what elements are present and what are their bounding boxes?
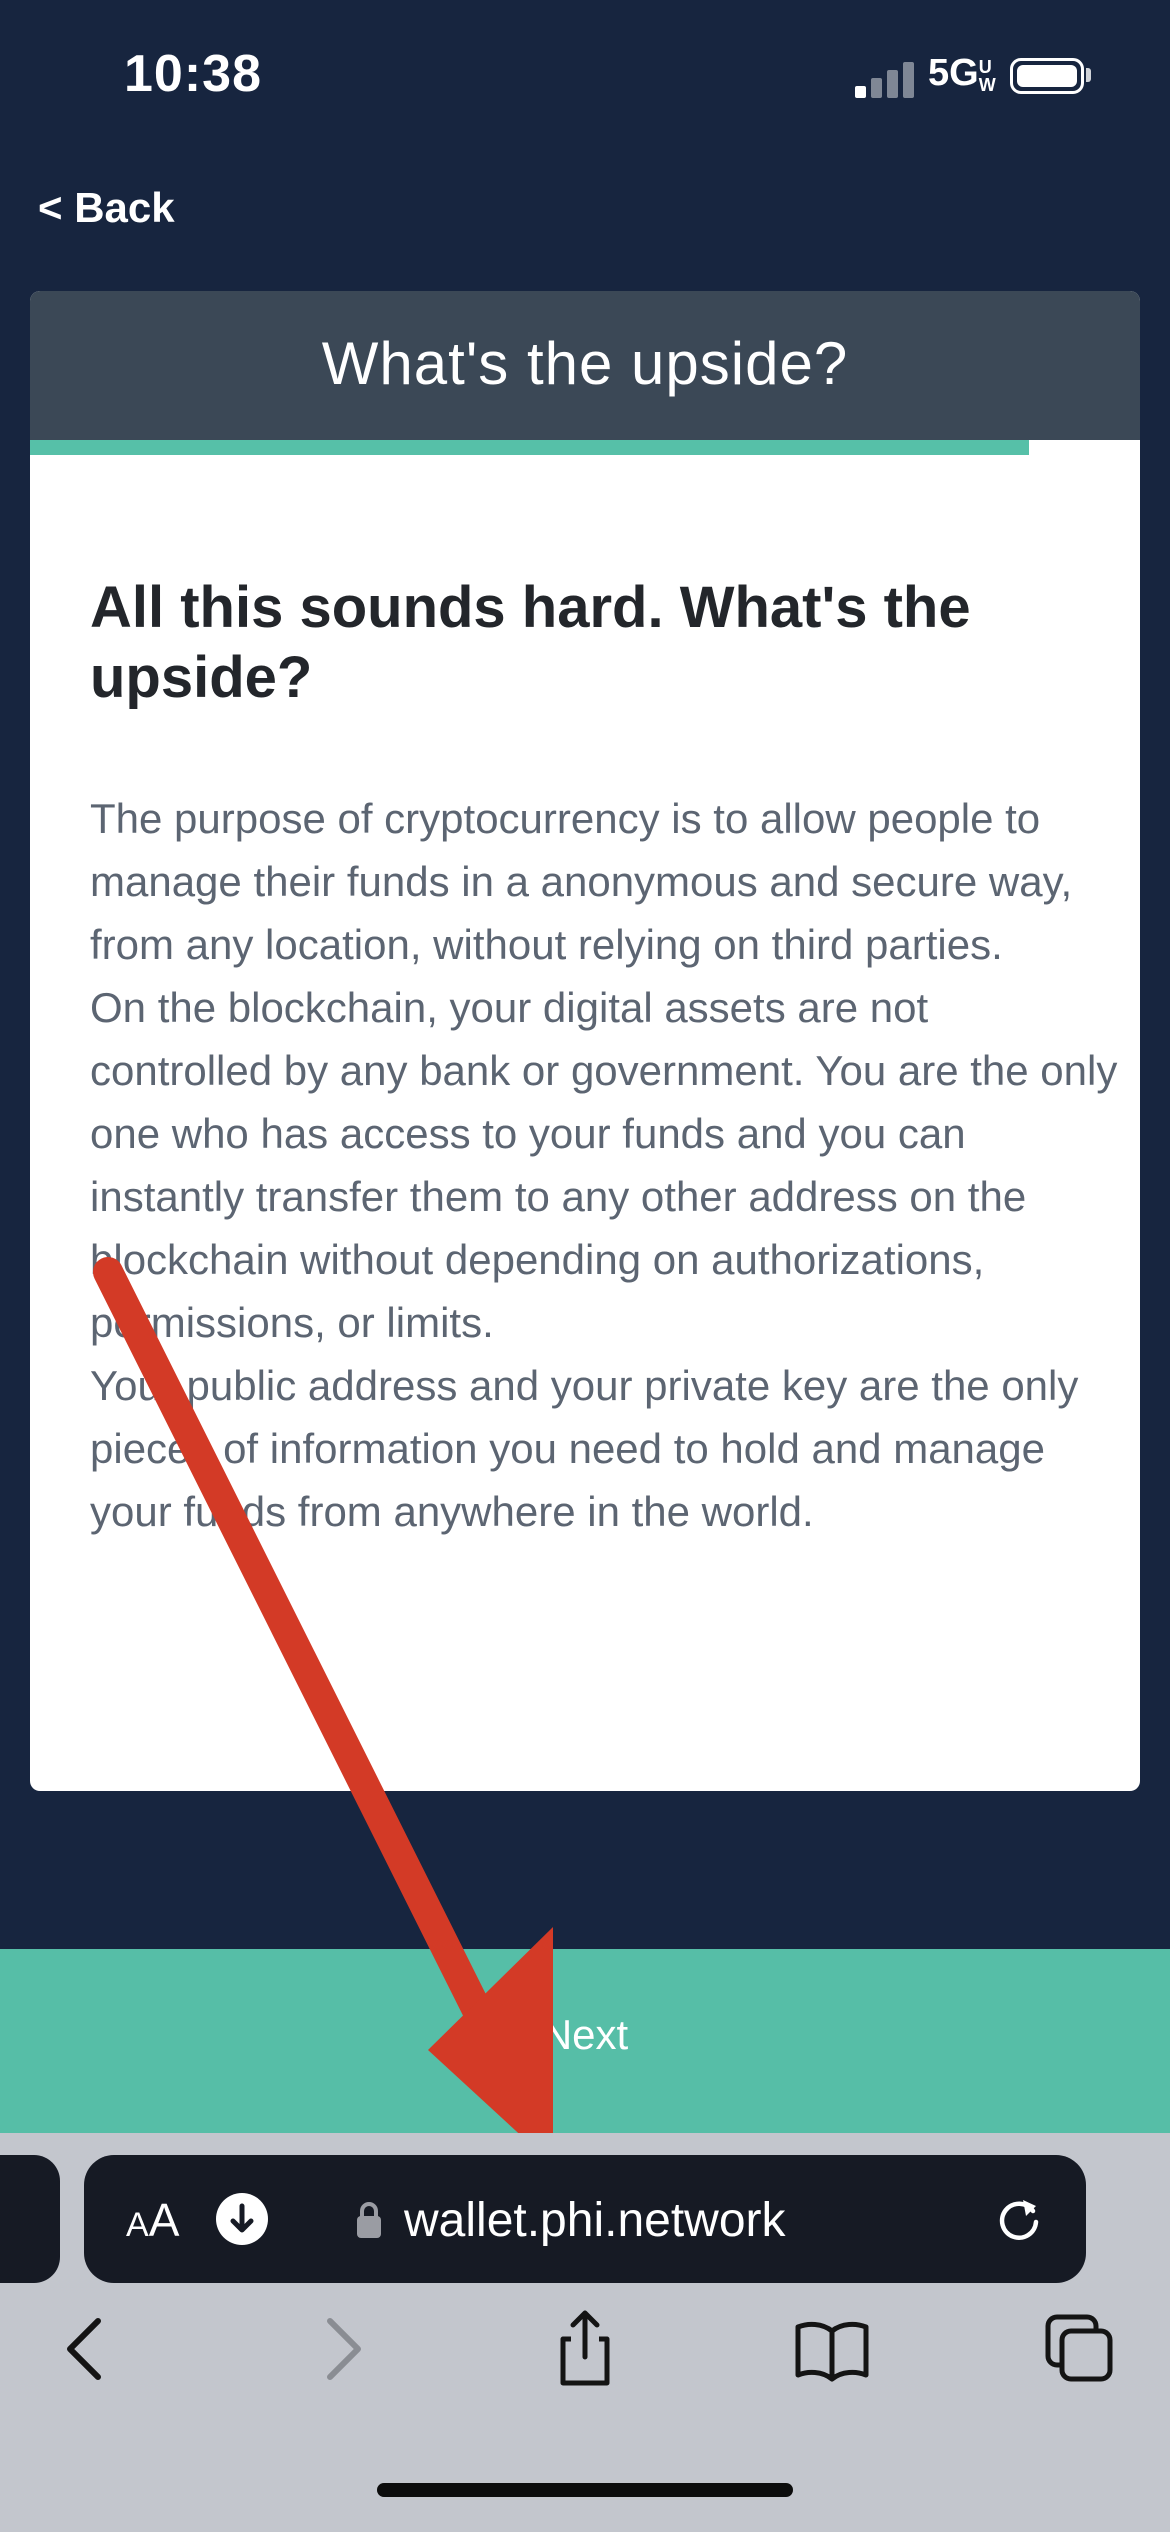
back-button[interactable]: < Back [38, 184, 175, 232]
card-body: The purpose of cryptocurrency is to allo… [90, 787, 1120, 1543]
next-button[interactable]: Next [0, 1949, 1170, 2133]
card-header: What's the upside? [30, 291, 1140, 440]
body-paragraph: The purpose of cryptocurrency is to allo… [90, 795, 1073, 968]
progress-bar-fill [30, 440, 1029, 455]
home-indicator [377, 2483, 793, 2497]
download-icon[interactable] [216, 2193, 268, 2245]
aa-big-label: A [148, 2194, 180, 2246]
body-paragraph: On the blockchain, your digital assets a… [90, 984, 1118, 1346]
forward-arrow-icon[interactable] [300, 2309, 380, 2389]
reader-settings-button[interactable]: AA [126, 2193, 179, 2247]
card-title: What's the upside? [321, 330, 849, 397]
previous-tab-peek[interactable] [0, 2155, 60, 2283]
card-heading: All this sounds hard. What's the upside? [90, 575, 971, 710]
address-bar[interactable]: AA wallet.phi.network [84, 2155, 1086, 2283]
next-button-label: Next [541, 2011, 629, 2058]
back-arrow-icon[interactable] [48, 2309, 128, 2389]
browser-toolbar: AA wallet.phi.network [0, 2133, 1170, 2532]
battery-cap [1086, 68, 1091, 82]
aa-small-label: A [126, 2206, 149, 2244]
tabs-icon[interactable] [1040, 2309, 1120, 2389]
progress-bar [30, 440, 1140, 455]
network-label: 5G [928, 52, 979, 94]
lock-icon [357, 2202, 381, 2238]
lesson-card: What's the upside? All this sounds hard.… [30, 291, 1140, 1791]
cellular-signal-icon [855, 60, 915, 98]
status-time: 10:38 [124, 45, 262, 103]
url-text: wallet.phi.network [404, 2194, 786, 2247]
reload-icon[interactable] [992, 2191, 1046, 2245]
body-paragraph: Your public address and your private key… [90, 1362, 1079, 1535]
network-sub-label: UW [978, 57, 996, 95]
share-icon[interactable] [545, 2309, 625, 2389]
network-type: 5GUW [928, 52, 999, 95]
battery-icon [1010, 58, 1084, 94]
bookmarks-icon[interactable] [792, 2309, 872, 2389]
